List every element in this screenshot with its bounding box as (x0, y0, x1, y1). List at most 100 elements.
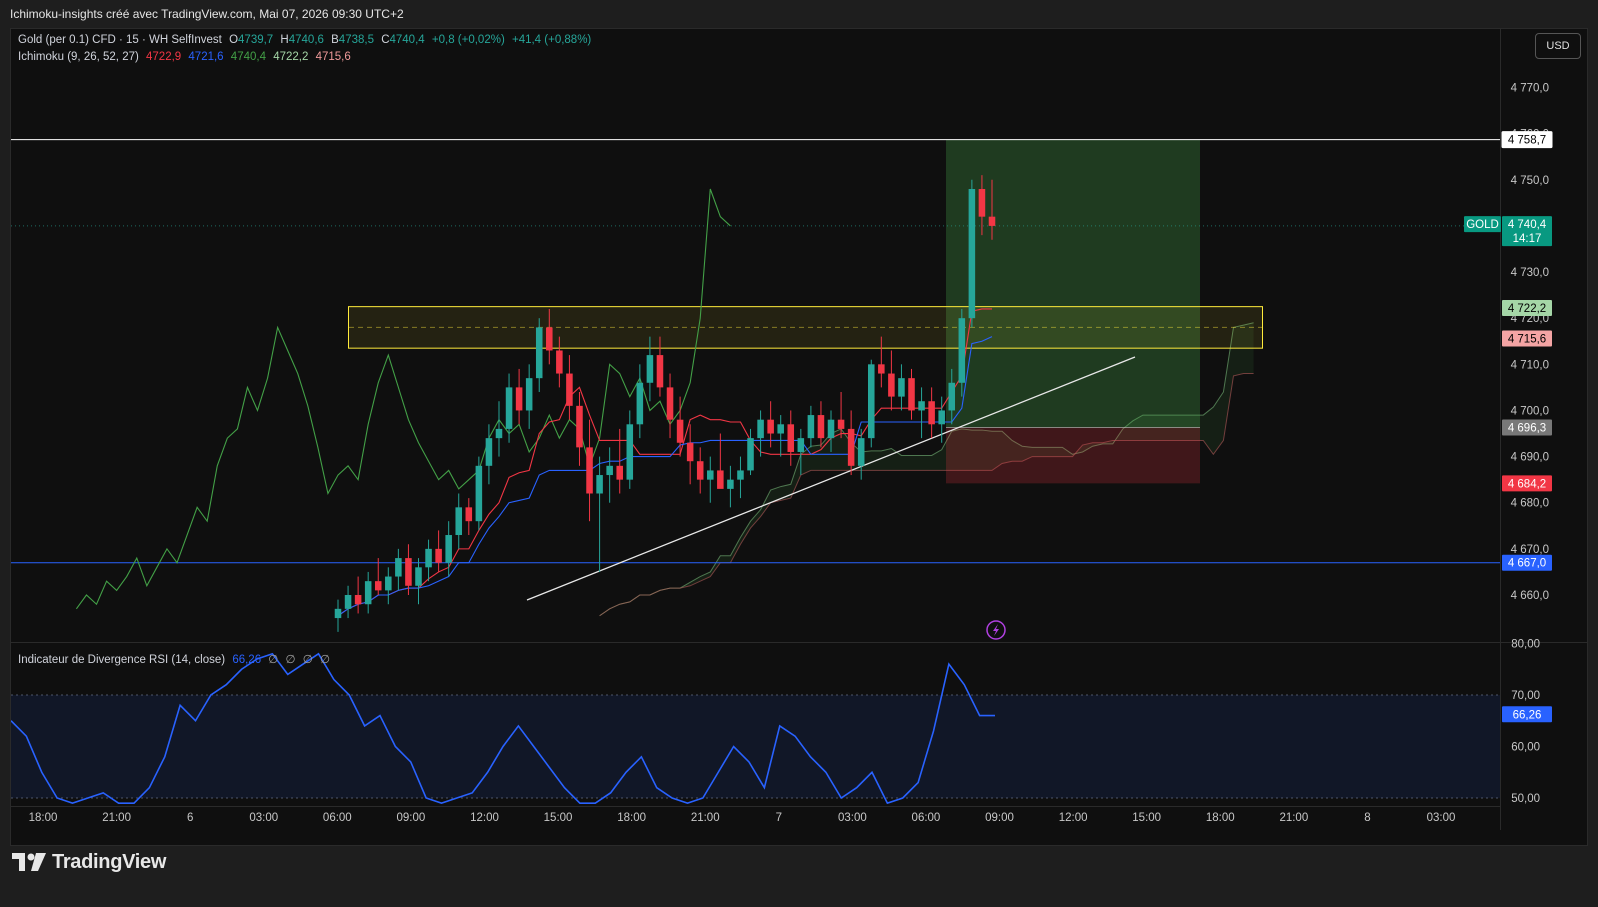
candle[interactable] (385, 567, 392, 605)
main-pane[interactable] (11, 139, 1500, 632)
candle[interactable] (817, 401, 825, 448)
candle[interactable] (425, 539, 432, 582)
candle[interactable] (525, 364, 533, 429)
time-axis-label: 12:00 (470, 812, 499, 824)
price-tag[interactable]: 14:17 (1502, 230, 1552, 247)
candle[interactable] (968, 179, 976, 328)
candle[interactable] (686, 424, 694, 485)
price-tag[interactable]: 4 684,2 (1502, 475, 1552, 492)
candle-body (485, 438, 493, 466)
price-tag-text: 14:17 (1513, 233, 1542, 245)
time-axis-label: 8 (1364, 812, 1370, 824)
candle[interactable] (666, 373, 674, 439)
rsi-flag: ∅ (302, 654, 313, 666)
candle[interactable] (727, 465, 734, 508)
candle[interactable] (465, 498, 473, 536)
candle[interactable] (535, 318, 543, 392)
candle[interactable] (415, 558, 422, 605)
candle[interactable] (576, 392, 583, 466)
candle-body (908, 378, 915, 411)
price-tag[interactable]: 4 696,3 (1502, 419, 1552, 436)
candle[interactable] (515, 368, 523, 425)
candle[interactable] (717, 433, 724, 489)
candle[interactable] (344, 585, 352, 619)
price-tag-text: 4 684,2 (1508, 478, 1546, 490)
long-position-profit-zone[interactable] (946, 139, 1200, 428)
candle-body (656, 355, 664, 388)
candle[interactable] (888, 350, 895, 411)
candle[interactable] (807, 405, 815, 448)
rsi-flag: ∅ (268, 654, 279, 666)
price-axis-label: 4 750,0 (1511, 175, 1549, 187)
candle[interactable] (495, 401, 503, 457)
candle-body (888, 373, 895, 397)
candle-body (898, 378, 905, 397)
candle[interactable] (636, 364, 644, 439)
candle[interactable] (455, 493, 463, 549)
rsi-axis-label: 50,00 (1511, 793, 1540, 805)
candle[interactable] (847, 410, 855, 476)
candle[interactable] (787, 410, 795, 466)
price-axis-label: 4 680,0 (1511, 498, 1549, 510)
rsi-pane[interactable] (11, 652, 1500, 805)
candle[interactable] (898, 364, 905, 411)
candle[interactable] (867, 359, 875, 448)
candle[interactable] (354, 576, 362, 614)
time-axis-label: 18:00 (29, 812, 58, 824)
candle[interactable] (566, 355, 573, 420)
ichimoku-legend[interactable]: Ichimoku (9, 26, 52, 27) 4722,9 4721,6 4… (18, 51, 355, 63)
time-axis-label: 6 (187, 812, 193, 824)
candle-body (495, 428, 503, 439)
price-tag[interactable]: 4 758,7 (1501, 131, 1553, 149)
candle[interactable] (334, 599, 342, 632)
candle[interactable] (435, 530, 442, 572)
candle[interactable] (364, 571, 372, 614)
candle-body (405, 558, 412, 586)
price-tag[interactable]: GOLD (1464, 216, 1501, 233)
candle-body (978, 189, 986, 217)
candle-body (787, 424, 795, 452)
currency-button[interactable]: USD (1535, 33, 1581, 59)
time-axis-label: 21:00 (102, 812, 131, 824)
candle[interactable] (696, 447, 704, 494)
rsi-legend[interactable]: Indicateur de Divergence RSI (14, close)… (18, 652, 334, 666)
candle[interactable] (928, 387, 935, 439)
price-tag-text: 4 667,0 (1508, 558, 1546, 570)
candle-body (546, 327, 553, 351)
candle[interactable] (505, 373, 513, 443)
candle[interactable] (737, 456, 744, 499)
candle-body (807, 415, 815, 439)
candle[interactable] (606, 447, 613, 503)
candle[interactable] (405, 544, 412, 595)
candle-body (626, 424, 634, 480)
candle[interactable] (475, 456, 483, 531)
candle[interactable] (918, 387, 925, 439)
candle[interactable] (908, 368, 915, 420)
legend-o-label: O (229, 34, 239, 46)
price-tag[interactable]: 4 740,4 (1502, 216, 1552, 233)
rsi-band (11, 695, 1500, 798)
ichimoku-chikou-value: 4740,4 (230, 51, 266, 63)
candle[interactable] (857, 428, 865, 480)
candle[interactable] (596, 456, 603, 572)
price-tag[interactable]: 66,26 (1502, 706, 1552, 723)
candle[interactable] (374, 558, 382, 595)
candle[interactable] (777, 415, 784, 457)
long-position-stop-zone[interactable] (946, 427, 1200, 484)
price-tag[interactable]: 4 667,0 (1502, 554, 1552, 571)
candle-body (465, 507, 473, 522)
candle-body (867, 364, 875, 439)
lightning-event-icon[interactable] (986, 620, 1006, 640)
candle[interactable] (707, 456, 714, 503)
price-axis-label: 4 730,0 (1511, 267, 1549, 279)
candle-body (666, 387, 674, 420)
ichimoku-label: Ichimoku (9, 26, 52, 27) (18, 51, 139, 63)
ichimoku-senkou-b-value: 4715,6 (315, 51, 351, 63)
price-tag[interactable]: 4 715,6 (1502, 330, 1552, 347)
candle[interactable] (586, 419, 593, 522)
candle[interactable] (395, 548, 402, 591)
price-tag[interactable]: 4 722,2 (1502, 300, 1552, 317)
candle-body (797, 438, 805, 452)
chart-canvas[interactable]: 4 770,04 760,04 750,04 730,04 720,04 710… (0, 0, 1598, 907)
candle[interactable] (626, 410, 634, 489)
